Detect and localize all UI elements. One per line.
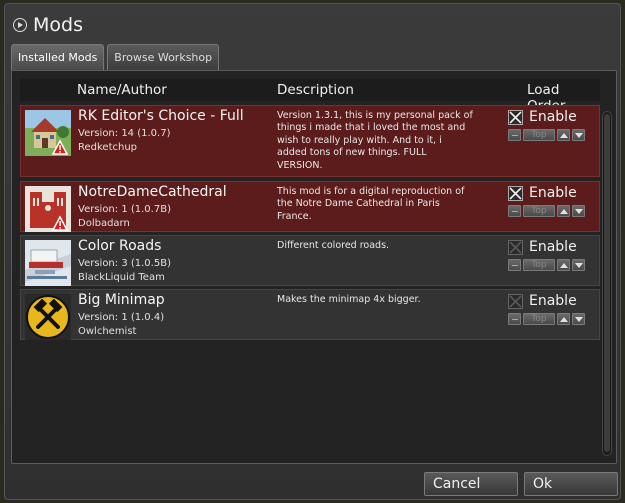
scrollbar[interactable]	[602, 111, 612, 456]
mods-panel: Name/Author Description Load Order	[11, 70, 617, 464]
load-order-controls: Top	[508, 313, 585, 325]
enable-label: Enable	[529, 109, 577, 125]
move-top-button[interactable]: Top	[523, 259, 555, 271]
mod-description: This mod is for a digital reproduction o…	[277, 186, 465, 222]
move-down-button[interactable]	[572, 313, 585, 325]
load-order-controls: Top	[508, 205, 585, 217]
move-bottom-button[interactable]	[508, 205, 521, 217]
mod-author: Dolbadarn	[78, 218, 130, 229]
mod-row[interactable]: Big Minimap Version: 1 (1.0.4) Owlchemis…	[20, 289, 600, 340]
move-up-button[interactable]	[557, 205, 570, 217]
hammers-thumbnail-icon	[25, 294, 71, 340]
move-top-button[interactable]: Top	[523, 205, 555, 217]
mod-name: NotreDameCathedral	[78, 184, 227, 200]
column-header: Name/Author Description Load Order	[20, 79, 600, 114]
mod-name: RK Editor's Choice - Full	[78, 108, 244, 124]
enable-label: Enable	[529, 239, 577, 255]
mod-version: Version: 14 (1.0.7)	[78, 128, 171, 139]
check-x-icon	[509, 295, 522, 308]
mod-description: Different colored roads.	[277, 240, 390, 251]
check-x-icon	[509, 111, 522, 124]
dash-icon	[511, 210, 518, 212]
scrollbar-thumb[interactable]	[604, 114, 610, 452]
cathedral-thumbnail-icon	[25, 186, 71, 232]
enable-label: Enable	[529, 293, 577, 309]
mod-author: Owlchemist	[78, 326, 137, 337]
move-bottom-button[interactable]	[508, 313, 521, 325]
move-down-button[interactable]	[572, 205, 585, 217]
load-order-controls: Top	[508, 129, 585, 141]
arrow-down-icon	[574, 316, 583, 322]
mod-name: Big Minimap	[78, 292, 165, 308]
enable-checkbox[interactable]	[508, 294, 523, 309]
move-bottom-button[interactable]	[508, 259, 521, 271]
tab-browse-workshop[interactable]: Browse Workshop	[107, 44, 220, 70]
dash-icon	[511, 134, 518, 136]
mod-version: Version: 1 (1.0.7B)	[78, 204, 171, 215]
mod-author: BlackLiquid Team	[78, 272, 165, 283]
move-top-button[interactable]: Top	[523, 129, 555, 141]
mods-window: Mods Installed Mods Browse Workshop Name…	[4, 3, 621, 500]
mod-row[interactable]: RK Editor's Choice - Full Version: 14 (1…	[20, 105, 600, 177]
enable-checkbox[interactable]	[508, 186, 523, 201]
mod-row[interactable]: Color Roads Version: 3 (1.0.5B) BlackLiq…	[20, 235, 600, 286]
mod-name: Color Roads	[78, 238, 162, 254]
mod-description: Makes the minimap 4x bigger.	[277, 294, 421, 305]
roads-thumbnail-icon	[25, 240, 71, 286]
dash-icon	[511, 264, 518, 266]
dash-icon	[511, 318, 518, 320]
column-description: Description	[277, 82, 354, 98]
window-title: Mods	[13, 12, 83, 38]
arrow-down-icon	[574, 132, 583, 138]
mod-author: Redketchup	[78, 142, 138, 153]
arrow-up-icon	[559, 262, 568, 268]
mod-version: Version: 3 (1.0.5B)	[78, 258, 171, 269]
enable-label: Enable	[529, 185, 577, 201]
check-x-icon	[509, 241, 522, 254]
load-order-controls: Top	[508, 259, 585, 271]
mod-version: Version: 1 (1.0.4)	[78, 312, 165, 323]
arrow-down-icon	[574, 208, 583, 214]
cancel-button[interactable]: Cancel	[424, 472, 518, 496]
enable-checkbox[interactable]	[508, 110, 523, 125]
move-down-button[interactable]	[572, 259, 585, 271]
ok-button[interactable]: Ok	[524, 472, 618, 496]
arrow-up-icon	[559, 208, 568, 214]
play-circle-icon	[13, 18, 27, 32]
column-name-author: Name/Author	[77, 82, 167, 98]
move-up-button[interactable]	[557, 313, 570, 325]
window-title-text: Mods	[33, 14, 83, 36]
check-x-icon	[509, 187, 522, 200]
house-thumbnail-icon	[25, 110, 71, 156]
enable-checkbox[interactable]	[508, 240, 523, 255]
tab-bar: Installed Mods Browse Workshop	[11, 44, 220, 70]
move-top-button[interactable]: Top	[523, 313, 555, 325]
arrow-down-icon	[574, 262, 583, 268]
arrow-up-icon	[559, 316, 568, 322]
tab-installed-mods[interactable]: Installed Mods	[11, 44, 105, 70]
arrow-up-icon	[559, 132, 568, 138]
move-up-button[interactable]	[557, 129, 570, 141]
move-bottom-button[interactable]	[508, 129, 521, 141]
move-up-button[interactable]	[557, 259, 570, 271]
mod-row[interactable]: NotreDameCathedral Version: 1 (1.0.7B) D…	[20, 181, 600, 232]
move-down-button[interactable]	[572, 129, 585, 141]
mod-description: Version 1.3.1, this is my personal pack …	[277, 110, 473, 171]
